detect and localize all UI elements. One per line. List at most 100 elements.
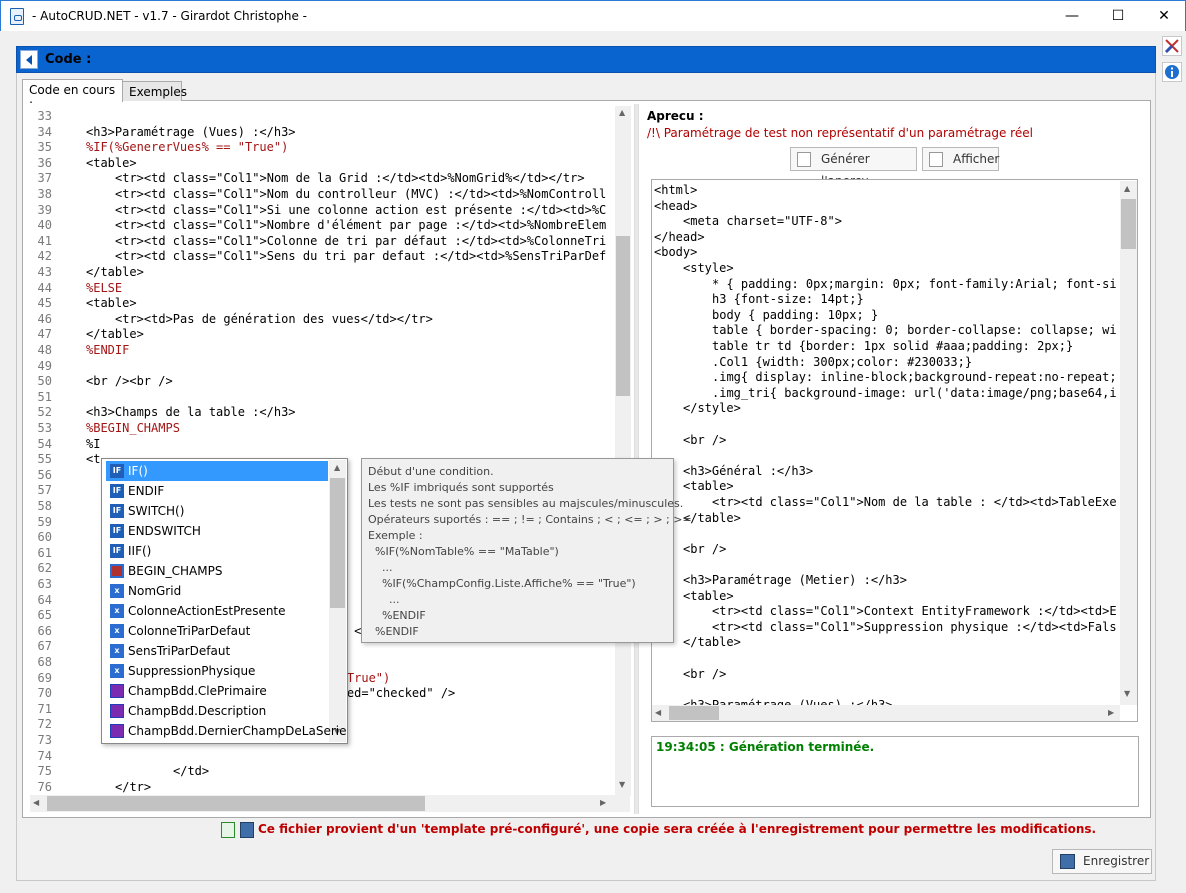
line-number: 45: [37, 296, 52, 311]
code-line[interactable]: 51: [24, 389, 86, 405]
autocomplete-item[interactable]: x ColonneTriParDefaut: [106, 621, 328, 641]
autocomplete-item[interactable]: IF ENDSWITCH: [106, 521, 328, 541]
close-button[interactable]: ✕: [1141, 1, 1186, 31]
autocomplete-scrollbar[interactable]: ▲ ▼: [329, 460, 346, 742]
code-line[interactable]: 53 %BEGIN_CHAMPS: [24, 420, 180, 436]
line-number: 61: [37, 545, 52, 560]
line-text: </table>: [86, 265, 144, 279]
back-arrow-icon[interactable]: [20, 50, 38, 69]
generate-preview-button[interactable]: Générer l'aperçu: [790, 147, 917, 188]
template-note: Ce fichier provient d'un 'template pré-c…: [258, 822, 1097, 836]
condition-icon: IF: [110, 504, 124, 518]
tools-icon[interactable]: [1162, 36, 1182, 56]
autocomplete-tooltip: Début d'une condition. Les %IF imbriqués …: [361, 458, 692, 643]
code-line[interactable]: 65: [24, 607, 86, 623]
code-line[interactable]: 38 <tr><td class="Col1">Nom du controlleu…: [24, 186, 607, 202]
line-number: 54: [37, 436, 52, 451]
code-line[interactable]: 48 %ENDIF: [24, 342, 130, 358]
preview-line: <style>: [683, 261, 734, 275]
code-line[interactable]: 52 <h3>Champs de la table :</h3>: [24, 404, 296, 420]
tooltip-line: %IF(%ChampConfig.Liste.Affiche% == "True…: [368, 577, 636, 590]
line-text: <tr><td class="Col1">Colonne de tri par …: [115, 233, 607, 248]
code-line[interactable]: 44 %ELSE: [24, 280, 123, 296]
code-line[interactable]: 37 <tr><td class="Col1">Nom de la Grid :<…: [24, 170, 585, 186]
tooltip-line: ...: [368, 561, 393, 574]
code-line[interactable]: 60: [24, 529, 86, 545]
code-line[interactable]: 46 <tr><td>Pas de génération des vues</td…: [24, 311, 433, 327]
code-line[interactable]: 76 </tr>: [24, 779, 152, 794]
code-line[interactable]: 36 <table>: [24, 155, 137, 171]
code-line[interactable]: 75 </td>: [24, 763, 210, 779]
table-field-icon: [110, 704, 124, 718]
line-number: 38: [37, 187, 52, 201]
preview-line: * { padding: 0px;margin: 0px; font-famil…: [712, 276, 1117, 291]
preview-warning: /!\ Paramétrage de test non représentati…: [647, 126, 1033, 140]
code-line[interactable]: 49: [24, 358, 86, 374]
autocomplete-item[interactable]: ChampBdd.ClePrimaire: [106, 681, 328, 701]
code-line[interactable]: 39 <tr><td class="Col1">Si une colonne ac…: [24, 202, 607, 218]
code-line[interactable]: 71: [24, 701, 86, 717]
preview-horizontal-scrollbar[interactable]: ◀ ▶: [652, 705, 1120, 721]
autocomplete-item-label: ChampBdd.Description: [128, 704, 267, 718]
code-line[interactable]: 68: [24, 654, 86, 670]
code-line[interactable]: 33: [24, 108, 86, 124]
code-line[interactable]: 67: [24, 638, 86, 654]
line-number: 70: [37, 686, 52, 701]
autocomplete-item[interactable]: IF IIF(): [106, 541, 328, 561]
condition-icon: IF: [110, 524, 124, 538]
line-number: 53: [37, 421, 52, 435]
tab-examples[interactable]: Exemples: [122, 81, 187, 101]
show-button[interactable]: Afficher: [922, 147, 999, 171]
code-line[interactable]: 61: [24, 545, 86, 561]
save-icon: [240, 822, 254, 838]
preview-vertical-scrollbar[interactable]: ▲ ▼: [1120, 181, 1137, 705]
code-line[interactable]: 74: [24, 748, 86, 764]
code-line[interactable]: 35 %IF(%GenererVues% == "True"): [24, 139, 289, 155]
autocomplete-item[interactable]: ChampBdd.DernierChampDeLaSerie: [106, 721, 346, 741]
code-line[interactable]: 50 <br /><br />: [24, 373, 173, 389]
generate-icon: [797, 152, 811, 167]
line-text: <table>: [86, 155, 137, 170]
autocomplete-item[interactable]: IF SWITCH(): [106, 501, 328, 521]
autocomplete-item[interactable]: x SuppressionPhysique: [106, 661, 328, 681]
minimize-button[interactable]: —: [1049, 1, 1095, 31]
code-line[interactable]: 55 <t: [24, 451, 101, 467]
code-line[interactable]: 45 <table>: [24, 295, 137, 311]
code-header: Code :: [16, 46, 1156, 73]
autocomplete-item[interactable]: IF IF(): [106, 461, 328, 481]
autocomplete-item-label: ColonneActionEstPresente: [128, 604, 286, 618]
autocomplete-item[interactable]: IF ENDIF: [106, 481, 328, 501]
code-line[interactable]: 34 <h3>Paramétrage (Vues) :</h3>: [24, 124, 296, 140]
editor-vertical-scrollbar[interactable]: ▲ ▼: [615, 106, 631, 796]
line-text: <tr><td class="Col1">Nom du controlleur …: [115, 187, 607, 201]
autocomplete-item-label: ENDSWITCH: [128, 524, 201, 538]
autocomplete-item[interactable]: x SensTriParDefaut: [106, 641, 328, 661]
code-line[interactable]: 56: [24, 467, 86, 483]
code-line[interactable]: 40 <tr><td class="Col1">Nombre d'élément …: [24, 217, 607, 233]
code-line[interactable]: 42 <tr><td class="Col1">Sens du tri par d…: [24, 248, 607, 264]
save-button[interactable]: Enregistrer: [1052, 849, 1152, 874]
code-line[interactable]: 62: [24, 560, 86, 576]
code-line[interactable]: 43 </table>: [24, 264, 144, 280]
document-icon: [929, 152, 943, 167]
autocomplete-item-label: ColonneTriParDefaut: [128, 624, 251, 638]
autocomplete-item[interactable]: ChampBdd.Description: [106, 701, 328, 721]
preview-line: <meta charset="UTF-8">: [683, 214, 842, 229]
maximize-button[interactable]: ☐: [1095, 1, 1141, 31]
autocomplete-item[interactable]: BEGIN_CHAMPS: [106, 561, 328, 581]
autocomplete-list[interactable]: ▲ ▼ IF IF() IF ENDIF IF SWITCH() IF ENDSWITCH IF…: [101, 458, 348, 744]
editor-horizontal-scrollbar[interactable]: ◀ ▶: [30, 795, 630, 812]
autocomplete-item[interactable]: x ColonneActionEstPresente: [106, 601, 328, 621]
tab-current-code[interactable]: Code en cours :: [22, 79, 123, 111]
autocomplete-item-label: ENDIF: [128, 484, 165, 498]
line-number: 71: [37, 701, 52, 716]
autocomplete-item[interactable]: x NomGrid: [106, 581, 328, 601]
code-line[interactable]: 73: [24, 732, 86, 748]
tooltip-line: Opérateurs suportés : == ; != ; Contains…: [368, 513, 692, 526]
code-line[interactable]: 47 </table>: [24, 326, 144, 342]
preview-code[interactable]: <html> <head> <meta charset="UTF-8"> </head…: [651, 179, 1138, 722]
code-line[interactable]: 54 %I: [24, 436, 101, 452]
preview-title: Aprecu :: [647, 109, 704, 123]
code-line[interactable]: 41 <tr><td class="Col1">Colonne de tri pa…: [24, 233, 607, 249]
info-icon[interactable]: [1162, 62, 1182, 82]
